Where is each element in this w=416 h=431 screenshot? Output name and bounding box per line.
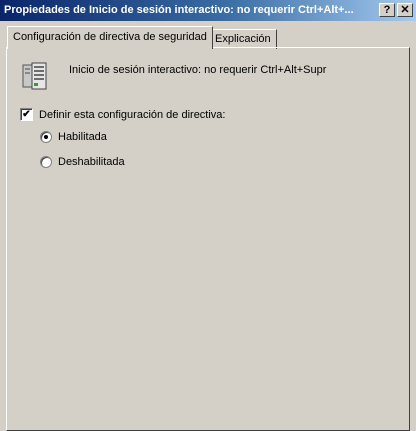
radio-dot	[44, 135, 48, 139]
tab-explanation[interactable]: Explicación	[209, 29, 277, 49]
help-button[interactable]: ?	[379, 3, 395, 17]
tab-security-policy-setting[interactable]: Configuración de directiva de seguridad	[7, 26, 213, 49]
define-setting-checkbox[interactable]: ✔ Definir esta configuración de directiv…	[20, 108, 225, 121]
define-setting-label: Definir esta configuración de directiva:	[39, 108, 226, 121]
window-title: Propiedades de Inicio de sesión interact…	[4, 4, 354, 16]
tab-panel	[6, 47, 410, 431]
tab-bar: Configuración de directiva de seguridad …	[0, 21, 416, 49]
radio-enabled-label: Habilitada	[58, 131, 107, 143]
close-button[interactable]: ✕	[397, 3, 413, 17]
radio-button[interactable]	[40, 156, 52, 168]
radio-disabled[interactable]: Deshabilitada	[40, 156, 125, 168]
server-policy-icon	[20, 60, 52, 92]
title-bar[interactable]: Propiedades de Inicio de sesión interact…	[0, 0, 416, 21]
checkbox-box[interactable]: ✔	[20, 108, 33, 121]
policy-name: Inicio de sesión interactivo: no requeri…	[69, 64, 327, 76]
radio-enabled[interactable]: Habilitada	[40, 131, 107, 143]
radio-button-selected[interactable]	[40, 131, 52, 143]
radio-disabled-label: Deshabilitada	[58, 156, 125, 168]
